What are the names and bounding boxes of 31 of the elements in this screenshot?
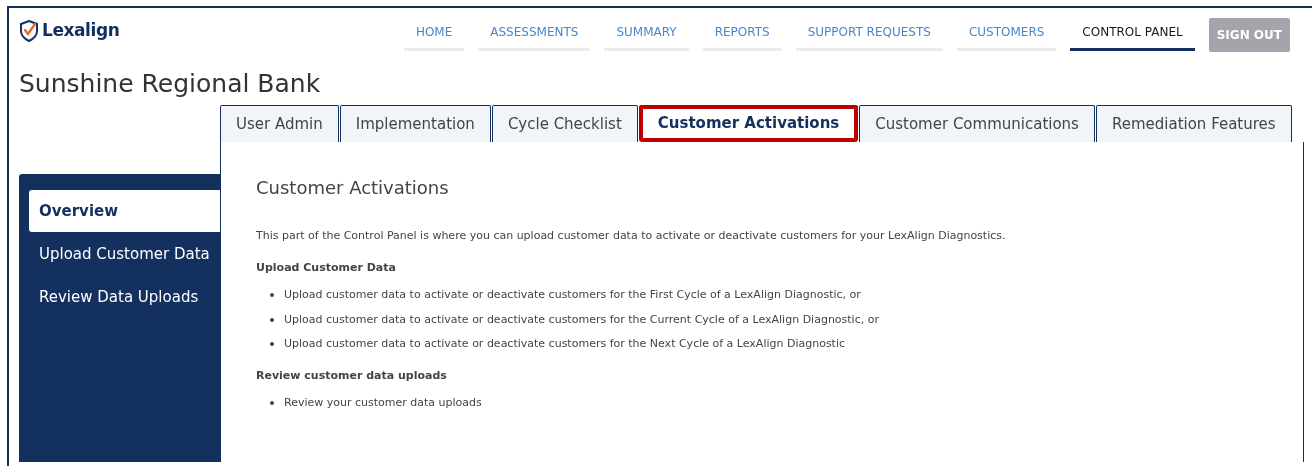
- bullet-icon: [270, 401, 274, 406]
- bullet-icon: [270, 293, 274, 298]
- bullet-text: Review your customer data uploads: [284, 395, 482, 411]
- nav-link[interactable]: SUPPORT REQUESTS: [795, 18, 943, 51]
- tab[interactable]: Customer Activations: [638, 105, 859, 142]
- bullet-text: Upload customer data to activate or deactivate customers for the Next Cycle of a LexAlign Diagnostic: [284, 336, 846, 352]
- sidebar-item[interactable]: Upload Customer Data: [29, 233, 220, 275]
- bullet-text: Upload customer data to activate or deactivate customers for the First Cycle of a LexAlign Diagnostic, or: [284, 287, 861, 303]
- nav-link[interactable]: REPORTS: [702, 18, 782, 51]
- tab[interactable]: Implementation: [339, 105, 491, 142]
- sidebar-item[interactable]: Overview: [29, 190, 220, 232]
- tab[interactable]: Remediation Features: [1095, 105, 1292, 142]
- tab[interactable]: Customer Communications: [859, 105, 1095, 142]
- nav-link[interactable]: ASSESSMENTS: [478, 18, 591, 51]
- shield-check-icon: [19, 19, 39, 42]
- bullet-text: Upload customer data to activate or deactivate customers for the Current Cycle of a LexAlign Diagnostic, or: [284, 311, 879, 328]
- nav-link[interactable]: CONTROL PANEL: [1070, 18, 1195, 51]
- sidebar-item[interactable]: Review Data Uploads: [29, 276, 220, 318]
- nav-link[interactable]: HOME: [403, 18, 465, 51]
- logo-text: Lexalign: [42, 19, 120, 42]
- nav-link[interactable]: SUMMARY: [604, 18, 689, 51]
- intro-text: This part of the Control Panel is where you can upload customer data to activate or deactivate customers for your LexAlign Diagnostics.: [256, 228, 1007, 244]
- page-title: Sunshine Regional Bank: [19, 68, 322, 100]
- subheading: Review customer data uploads: [256, 367, 448, 384]
- nav-link[interactable]: CUSTOMERS: [956, 18, 1057, 51]
- section-heading: Customer Activations: [256, 176, 450, 200]
- subheading: Upload Customer Data: [256, 259, 397, 276]
- tab[interactable]: Cycle Checklist: [491, 105, 638, 142]
- bullet-icon: [270, 317, 274, 322]
- bullet-icon: [270, 342, 274, 347]
- tab[interactable]: User Admin: [220, 105, 339, 142]
